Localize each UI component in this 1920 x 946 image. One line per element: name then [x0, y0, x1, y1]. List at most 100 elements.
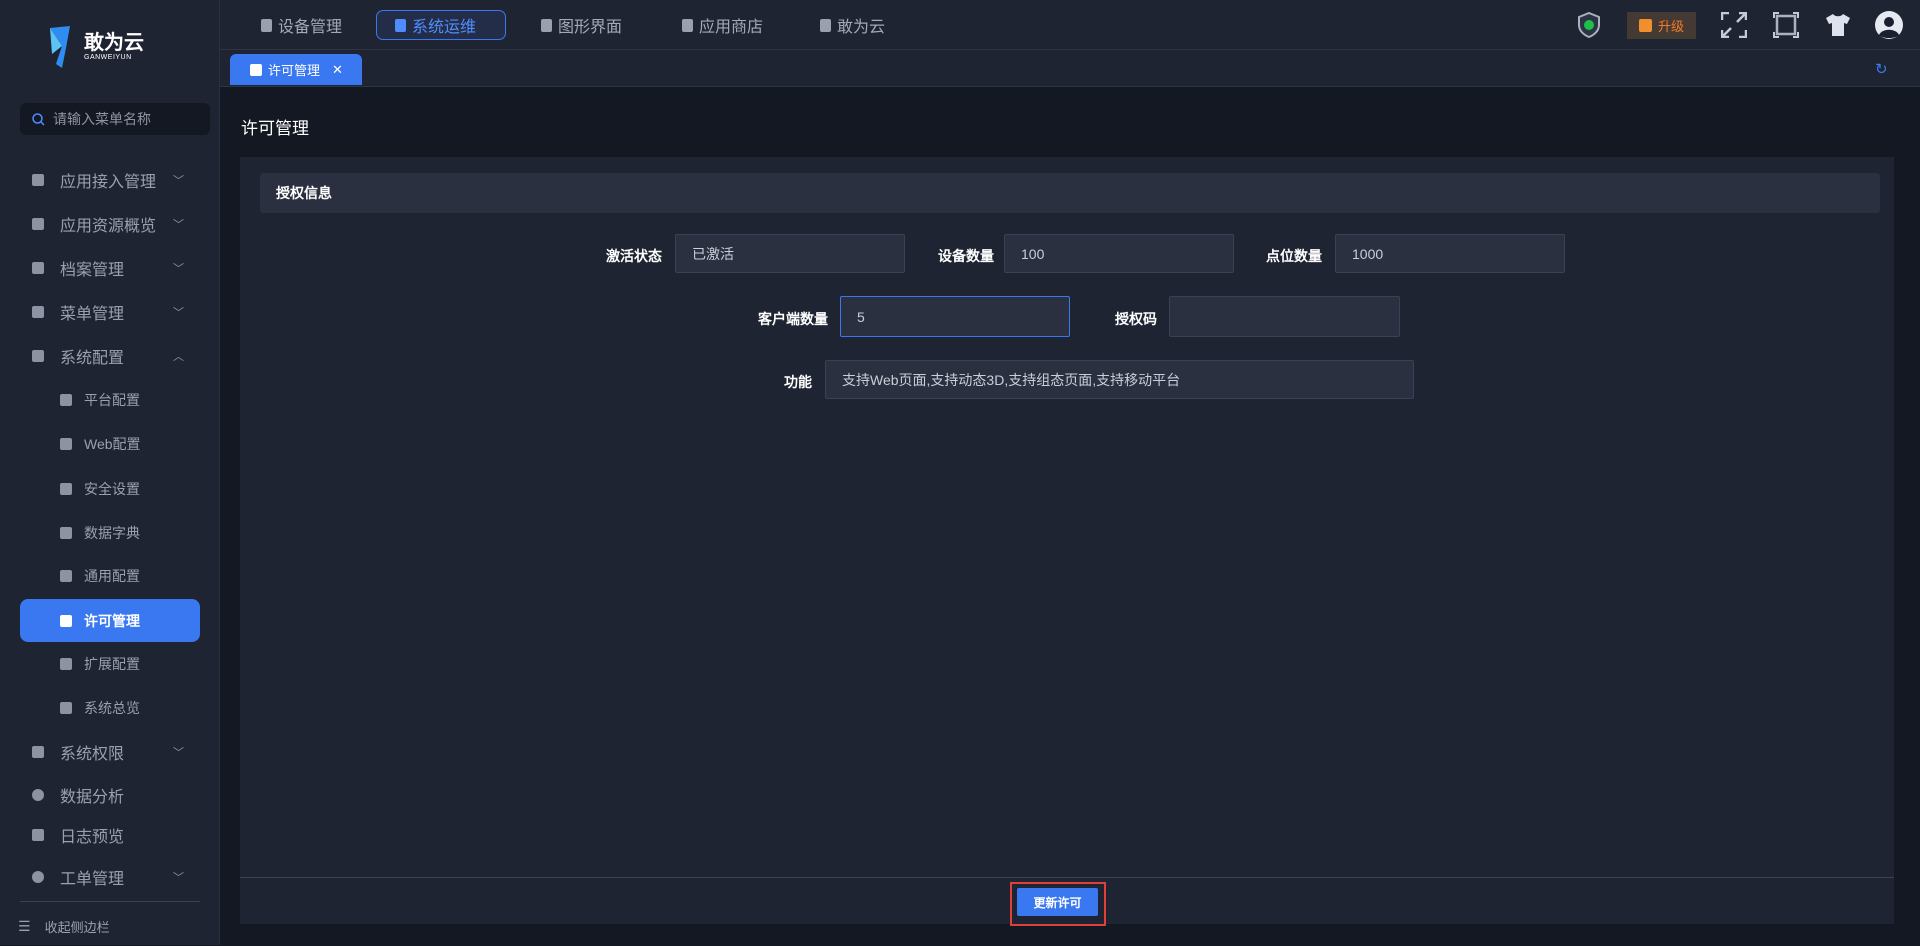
menu-label: 系统权限	[60, 746, 125, 763]
sidebar-subitem-security[interactable]: 安全设置	[20, 469, 200, 509]
menu-label: 数据字典	[84, 525, 140, 541]
sidebar-item-analytics[interactable]: 数据分析	[20, 775, 200, 815]
log-icon	[30, 827, 46, 843]
lock-shield-icon	[30, 744, 46, 760]
gear-icon	[30, 869, 46, 885]
nav-label: 应用商店	[699, 19, 764, 36]
close-icon[interactable]: ✕	[332, 62, 343, 78]
shield-icon	[58, 481, 74, 497]
nav-graphics[interactable]: 图形界面	[523, 10, 640, 40]
point-count-label: 点位数量	[1266, 248, 1322, 264]
activation-status-label: 激活状态	[606, 248, 662, 264]
logo: 敢为云 GANWEIYUN	[46, 24, 144, 68]
menu-label: 扩展配置	[84, 656, 140, 672]
logo-text: 敢为云	[84, 31, 144, 54]
menu-label: 菜单管理	[60, 306, 125, 323]
refresh-icon[interactable]: ↻	[1875, 60, 1888, 78]
store-icon	[682, 18, 693, 32]
search-icon	[32, 112, 45, 126]
monitor-icon	[58, 436, 74, 452]
nav-system-ops[interactable]: 系统运维	[376, 10, 506, 40]
menu-label: 档案管理	[60, 262, 125, 279]
page-title: 许可管理	[241, 119, 309, 138]
home-icon	[30, 172, 46, 188]
client-count-field[interactable]: 5	[840, 296, 1070, 337]
upgrade-icon	[1638, 19, 1652, 32]
tab-label: 许可管理	[268, 63, 321, 78]
nav-label: 图形界面	[558, 19, 623, 36]
search-placeholder: 请输入菜单名称	[53, 111, 151, 127]
license-code-label: 授权码	[1115, 311, 1157, 327]
chevron-down-icon: ﹀	[173, 219, 184, 231]
collapse-sidebar-button[interactable]: ☰ 收起侧边栏	[18, 906, 198, 946]
device-icon	[261, 18, 272, 32]
menu-label: 应用资源概览	[60, 218, 157, 235]
features-field[interactable]: 支持Web页面,支持动态3D,支持组态页面,支持移动平台	[825, 360, 1414, 399]
sidebar-item-menu-mgmt[interactable]: 菜单管理 ﹀	[20, 292, 200, 332]
sidebar-item-logs[interactable]: 日志预览	[20, 815, 200, 855]
sidebar-item-app-access[interactable]: 应用接入管理 ﹀	[20, 160, 200, 200]
upgrade-button[interactable]: 升级	[1627, 12, 1696, 39]
home-icon	[30, 348, 46, 364]
sidebar-subitem-extensions[interactable]: 扩展配置	[20, 644, 200, 684]
sidebar: 敢为云 GANWEIYUN 请输入菜单名称 应用接入管理 ﹀ 应用资源概览 ﹀ 档案管…	[0, 0, 220, 945]
chevron-down-icon: ﹀	[173, 872, 184, 884]
menu-label: 应用接入管理	[60, 174, 157, 191]
monitor-icon	[541, 18, 552, 32]
point-count-field[interactable]: 1000	[1335, 234, 1565, 273]
license-code-field[interactable]	[1169, 296, 1400, 337]
camera-icon	[58, 392, 74, 408]
features-label: 功能	[784, 374, 812, 390]
sidebar-item-permissions[interactable]: 系统权限 ﹀	[20, 732, 200, 772]
nav-label: 设备管理	[278, 19, 343, 36]
sidebar-subitem-overview[interactable]: 系统总览	[20, 688, 200, 728]
butterfly-icon	[820, 18, 831, 32]
activation-status-field[interactable]: 已激活	[675, 234, 905, 273]
blocks-icon	[58, 568, 74, 584]
menu-label: 安全设置	[84, 481, 140, 497]
sidebar-item-app-resources[interactable]: 应用资源概览 ﹀	[20, 204, 200, 244]
menu-label: 通用配置	[84, 568, 140, 584]
sidebar-subitem-web[interactable]: Web配置	[20, 424, 200, 464]
fullscreen-icon[interactable]	[1719, 10, 1749, 40]
chevron-down-icon: ﹀	[173, 263, 184, 275]
sidebar-item-archives[interactable]: 档案管理 ﹀	[20, 248, 200, 288]
device-count-label: 设备数量	[938, 248, 994, 264]
nav-app-store[interactable]: 应用商店	[664, 10, 781, 40]
pie-icon	[30, 787, 46, 803]
home-icon	[58, 700, 74, 716]
collapse-label: 收起侧边栏	[44, 919, 110, 935]
chevron-down-icon: ﹀	[173, 307, 184, 319]
menu-search-input[interactable]: 请输入菜单名称	[20, 103, 210, 135]
wrench-icon	[395, 18, 406, 32]
sidebar-subitem-dictionary[interactable]: 数据字典	[20, 513, 200, 553]
nav-device-management[interactable]: 设备管理	[243, 10, 360, 40]
nav-label: 系统运维	[412, 19, 477, 36]
client-count-label: 客户端数量	[758, 311, 828, 327]
nav-label: 敢为云	[837, 19, 886, 36]
logo-subtext: GANWEIYUN	[84, 53, 132, 61]
nav-ganweiyun[interactable]: 敢为云	[802, 10, 903, 40]
chevron-up-icon: ︿	[173, 351, 184, 363]
footer-divider	[240, 877, 1894, 878]
tab-license-management[interactable]: 许可管理 ✕	[230, 54, 362, 85]
sidebar-subitem-general[interactable]: 通用配置	[20, 556, 200, 596]
archive-icon	[30, 260, 46, 276]
chevron-down-icon: ﹀	[173, 747, 184, 759]
device-count-field[interactable]: 100	[1004, 234, 1234, 273]
user-icon	[58, 613, 74, 629]
user-icon	[250, 63, 262, 76]
theme-shirt-icon[interactable]	[1823, 10, 1853, 40]
security-shield-icon[interactable]	[1574, 10, 1604, 40]
screenshot-frame-icon[interactable]	[1771, 10, 1801, 40]
butterfly-logo-icon	[50, 26, 70, 68]
update-license-button[interactable]: 更新许可	[1017, 888, 1098, 916]
avatar[interactable]	[1874, 10, 1904, 40]
sidebar-item-system-config[interactable]: 系统配置 ︿	[20, 336, 200, 376]
collapse-icon: ☰	[18, 917, 31, 934]
tab-bar	[220, 50, 1920, 87]
sidebar-item-workorders[interactable]: 工单管理 ﹀	[20, 857, 200, 897]
sidebar-subitem-license[interactable]: 许可管理	[20, 599, 200, 642]
sidebar-divider	[20, 901, 200, 902]
sidebar-subitem-platform[interactable]: 平台配置	[20, 380, 200, 420]
